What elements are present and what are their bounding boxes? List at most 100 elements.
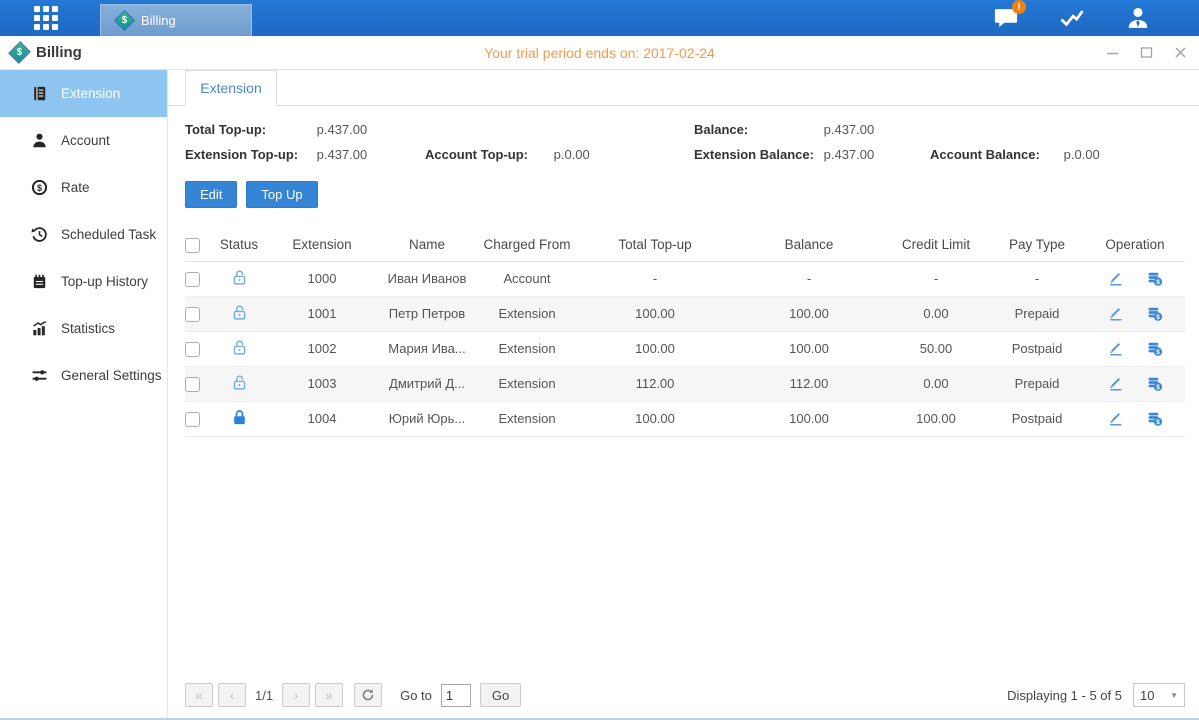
- table-row[interactable]: 1001 Петр Петров Extension 100.00 100.00…: [185, 296, 1185, 331]
- edit-extension-icon[interactable]: [1107, 375, 1124, 392]
- sidebar-item-topup-history[interactable]: Top-up History: [0, 258, 167, 305]
- first-page-button[interactable]: «: [185, 683, 213, 707]
- cell-pay-type: Prepaid: [989, 296, 1085, 331]
- account-topup-label: Account Top-up:: [425, 147, 550, 162]
- cell-total-topup: 100.00: [575, 401, 735, 436]
- column-header-balance: Balance: [735, 229, 883, 261]
- sidebar-item-rate[interactable]: $ Rate: [0, 164, 167, 211]
- row-checkbox[interactable]: [185, 412, 200, 427]
- cell-name: Дмитрий Д...: [375, 366, 479, 401]
- total-topup-field: Total Top-up: p.437.00: [185, 122, 425, 137]
- cell-total-topup: 100.00: [575, 296, 735, 331]
- cell-balance: 100.00: [735, 331, 883, 366]
- goto-page-input[interactable]: [441, 684, 471, 707]
- sidebar-item-account[interactable]: Account: [0, 117, 167, 164]
- account-balance-value: p.0.00: [1064, 147, 1100, 162]
- sidebar-item-extension[interactable]: Extension: [0, 70, 167, 117]
- cell-name: Иван Иванов: [375, 261, 479, 296]
- go-button[interactable]: Go: [480, 683, 521, 707]
- cell-balance: 112.00: [735, 366, 883, 401]
- row-checkbox[interactable]: [185, 307, 200, 322]
- taskbar-tab-label: Billing: [141, 13, 176, 28]
- cell-pay-type: Postpaid: [989, 331, 1085, 366]
- cell-extension: 1003: [269, 366, 375, 401]
- maximize-icon[interactable]: [1139, 46, 1153, 60]
- lock-closed-icon: [231, 409, 248, 426]
- taskbar-billing-tab[interactable]: $ Billing: [100, 4, 252, 36]
- person-icon: [31, 132, 48, 149]
- edit-button[interactable]: Edit: [185, 181, 237, 208]
- cell-balance: -: [735, 261, 883, 296]
- column-header-charged-from: Charged From: [479, 229, 575, 261]
- sidebar-item-general-settings[interactable]: General Settings: [0, 352, 167, 399]
- lock-open-icon: [231, 339, 248, 356]
- topup-extension-icon[interactable]: $: [1146, 375, 1163, 392]
- cell-credit-limit: 50.00: [883, 331, 989, 366]
- account-balance-label: Account Balance:: [930, 147, 1060, 162]
- table-row[interactable]: 1003 Дмитрий Д... Extension 112.00 112.0…: [185, 366, 1185, 401]
- extension-balance-value: p.437.00: [824, 147, 875, 162]
- edit-extension-icon[interactable]: [1107, 410, 1124, 427]
- table-row[interactable]: 1000 Иван Иванов Account - - - -: [185, 261, 1185, 296]
- edit-extension-icon[interactable]: [1107, 270, 1124, 287]
- sidebar-item-scheduled-task[interactable]: Scheduled Task: [0, 211, 167, 258]
- topup-extension-icon[interactable]: $: [1146, 340, 1163, 357]
- minimize-icon[interactable]: [1105, 46, 1119, 60]
- apps-grid-icon[interactable]: [34, 6, 58, 30]
- dollar-circle-icon: $: [31, 179, 48, 196]
- cell-extension: 1001: [269, 296, 375, 331]
- table-row[interactable]: 1002 Мария Ива... Extension 100.00 100.0…: [185, 331, 1185, 366]
- svg-text:$: $: [1156, 349, 1160, 356]
- cell-extension: 1004: [269, 401, 375, 436]
- table-header-row: Status Extension Name Charged From Total…: [185, 229, 1185, 261]
- cell-extension: 1002: [269, 331, 375, 366]
- column-header-total-topup: Total Top-up: [575, 229, 735, 261]
- notepad-icon: [31, 273, 48, 290]
- cell-credit-limit: 100.00: [883, 401, 989, 436]
- taskbar: $ Billing !: [0, 0, 1199, 36]
- select-all-checkbox[interactable]: [185, 238, 200, 253]
- topup-button[interactable]: Top Up: [246, 181, 317, 208]
- row-checkbox[interactable]: [185, 377, 200, 392]
- page-size-select[interactable]: 10 ▼: [1133, 683, 1185, 707]
- row-checkbox[interactable]: [185, 272, 200, 287]
- balance-value: p.437.00: [824, 122, 875, 137]
- user-icon[interactable]: [1125, 6, 1151, 30]
- table-row[interactable]: 1004 Юрий Юрь... Extension 100.00 100.00…: [185, 401, 1185, 436]
- sidebar-item-label: Account: [61, 133, 110, 148]
- row-checkbox[interactable]: [185, 342, 200, 357]
- cell-charged-from: Extension: [479, 296, 575, 331]
- edit-extension-icon[interactable]: [1107, 340, 1124, 357]
- sliders-icon: [31, 367, 48, 384]
- extension-balance-field: Extension Balance: p.437.00: [694, 147, 930, 162]
- svg-text:$: $: [37, 183, 42, 193]
- next-page-button[interactable]: ›: [282, 683, 310, 707]
- refresh-button[interactable]: [354, 683, 382, 707]
- topup-extension-icon[interactable]: $: [1146, 270, 1163, 287]
- page-size-value: 10: [1140, 688, 1154, 703]
- extension-balance-label: Extension Balance:: [694, 147, 820, 162]
- topup-extension-icon[interactable]: $: [1146, 305, 1163, 322]
- column-header-pay-type: Pay Type: [989, 229, 1085, 261]
- chat-icon[interactable]: !: [993, 6, 1019, 30]
- balance-field: Balance: p.437.00: [694, 122, 930, 137]
- chart-icon[interactable]: [1059, 6, 1085, 30]
- account-balance-field: Account Balance: p.0.00: [930, 147, 1185, 162]
- edit-extension-icon[interactable]: [1107, 305, 1124, 322]
- balance-summary: Total Top-up: p.437.00 Balance: p.437.00…: [185, 122, 1185, 162]
- tab-extension[interactable]: Extension: [185, 70, 277, 106]
- sidebar-item-label: Top-up History: [61, 274, 148, 289]
- last-page-button[interactable]: »: [315, 683, 343, 707]
- close-icon[interactable]: [1173, 46, 1187, 60]
- column-header-extension: Extension: [269, 229, 375, 261]
- cell-total-topup: -: [575, 261, 735, 296]
- topup-extension-icon[interactable]: $: [1146, 410, 1163, 427]
- journal-icon: [31, 85, 48, 102]
- svg-text:$: $: [1156, 314, 1160, 321]
- sidebar-item-statistics[interactable]: Statistics: [0, 305, 167, 352]
- cell-charged-from: Extension: [479, 366, 575, 401]
- column-header-name: Name: [375, 229, 479, 261]
- prev-page-button[interactable]: ‹: [218, 683, 246, 707]
- main-panel: Extension Total Top-up: p.437.00 Balance…: [168, 70, 1199, 718]
- balance-label: Balance:: [694, 122, 820, 137]
